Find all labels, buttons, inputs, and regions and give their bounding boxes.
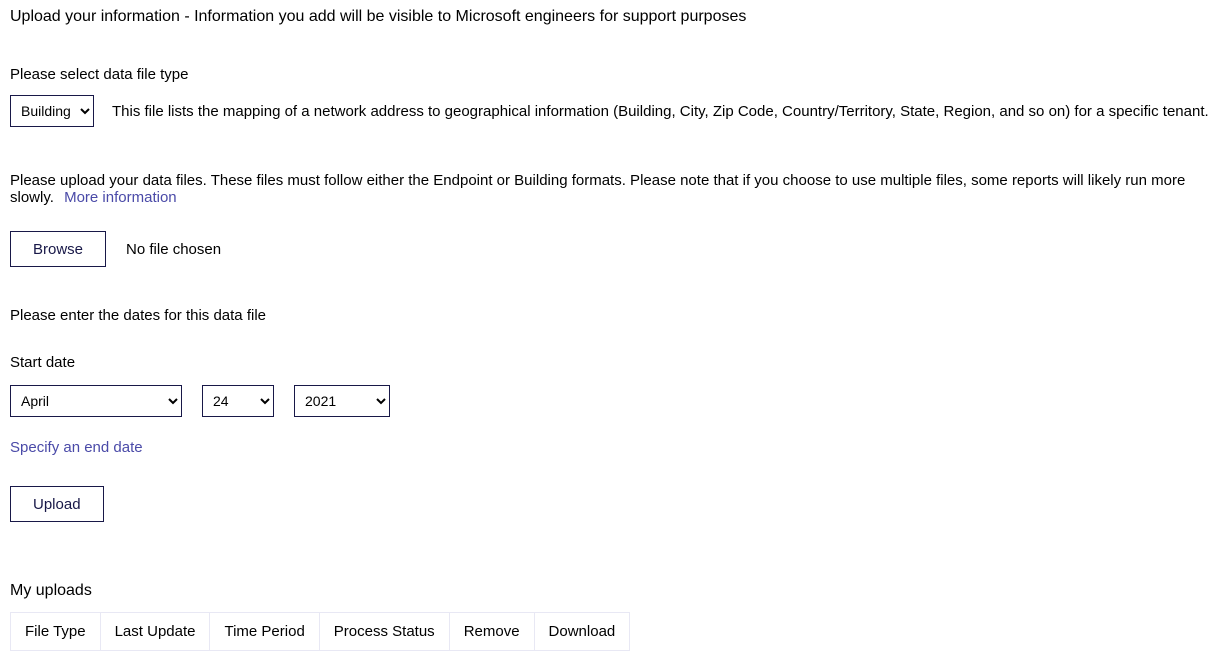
start-date-row: April 24 2021 — [10, 385, 1214, 417]
upload-description-row: Please upload your data files. These fil… — [10, 172, 1214, 206]
my-uploads-title: My uploads — [10, 582, 1214, 600]
filetype-row: Building This file lists the mapping of … — [10, 95, 1214, 127]
col-time-period[interactable]: Time Period — [210, 613, 319, 651]
filetype-label: Please select data file type — [10, 66, 1214, 83]
col-download[interactable]: Download — [534, 613, 630, 651]
dates-label: Please enter the dates for this data fil… — [10, 307, 1214, 324]
filetype-description: This file lists the mapping of a network… — [112, 103, 1209, 120]
upload-button[interactable]: Upload — [10, 486, 104, 522]
start-day-select[interactable]: 24 — [202, 385, 274, 417]
no-file-chosen: No file chosen — [126, 241, 221, 258]
uploads-table: File Type Last Update Time Period Proces… — [10, 612, 630, 651]
start-year-select[interactable]: 2021 — [294, 385, 390, 417]
col-process-status[interactable]: Process Status — [319, 613, 449, 651]
start-date-label: Start date — [10, 354, 1214, 371]
page-title: Upload your information - Information yo… — [10, 8, 1214, 26]
filetype-select[interactable]: Building — [10, 95, 94, 127]
upload-button-row: Upload — [10, 486, 1214, 522]
col-last-update[interactable]: Last Update — [100, 613, 210, 651]
col-file-type[interactable]: File Type — [11, 613, 101, 651]
more-information-link[interactable]: More information — [64, 189, 177, 206]
browse-button[interactable]: Browse — [10, 231, 106, 267]
specify-end-date-link[interactable]: Specify an end date — [10, 439, 143, 456]
upload-description: Please upload your data files. These fil… — [10, 172, 1185, 206]
browse-row: Browse No file chosen — [10, 231, 1214, 267]
start-month-select[interactable]: April — [10, 385, 182, 417]
col-remove[interactable]: Remove — [449, 613, 534, 651]
